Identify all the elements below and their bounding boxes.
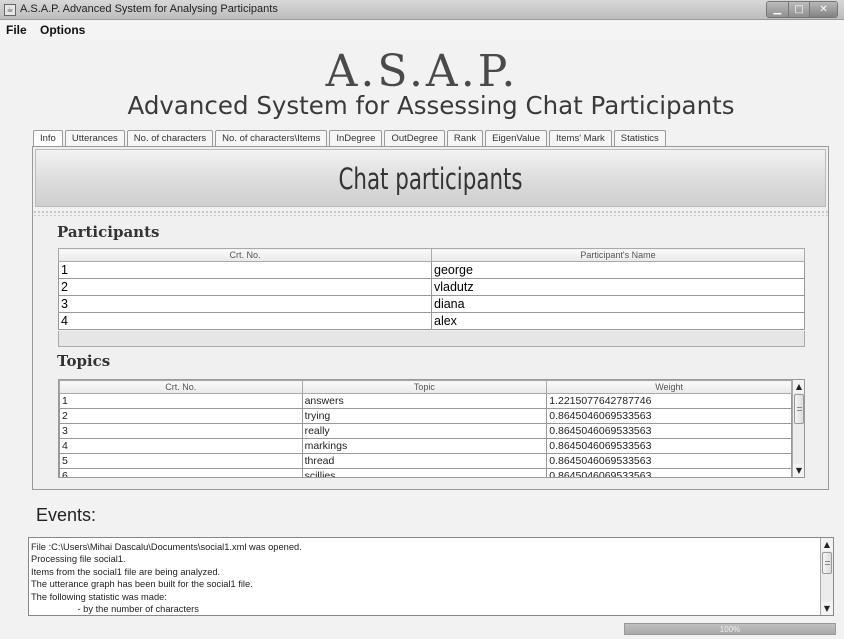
scroll-thumb[interactable] <box>794 394 804 424</box>
topics-title: Topics <box>57 352 111 370</box>
topic-name[interactable]: thread <box>301 453 548 469</box>
topic-weight[interactable]: 0.8645046069533563 <box>546 423 792 439</box>
column-header-participant-name[interactable]: Participant's Name <box>431 248 805 262</box>
maximize-icon[interactable]: □ <box>788 2 811 17</box>
close-icon[interactable]: ✕ <box>810 2 837 17</box>
tab-items-mark[interactable]: Items' Mark <box>549 130 612 146</box>
scroll-down-arrow-icon[interactable]: ▼ <box>821 602 833 615</box>
table-row[interactable]: 5 thread 0.8645046069533563 <box>59 453 792 469</box>
events-lines: File :C:\Users\Mihai Dascalu\Documents\s… <box>31 541 302 615</box>
participants-table-footer <box>58 331 805 347</box>
topic-crt-no[interactable]: 3 <box>59 423 303 439</box>
participant-crt-no[interactable]: 2 <box>58 278 432 296</box>
table-row[interactable]: 2 vladutz <box>58 278 805 296</box>
event-line: Items from the social1 file are being an… <box>31 566 221 577</box>
participants-title: Participants <box>57 223 160 241</box>
scroll-thumb[interactable] <box>822 552 832 574</box>
java-app-icon[interactable]: ☕ <box>4 4 16 16</box>
topic-crt-no[interactable]: 2 <box>59 408 303 424</box>
topic-crt-no[interactable]: 1 <box>59 393 303 409</box>
participant-crt-no[interactable]: 4 <box>58 312 432 330</box>
topic-crt-no[interactable]: 6 <box>59 468 303 477</box>
banner: Chat participants <box>35 149 826 207</box>
grip-icon <box>797 407 802 411</box>
scroll-up-arrow-icon[interactable]: ▲ <box>793 380 804 393</box>
tab-eigenvalue[interactable]: EigenValue <box>485 130 547 146</box>
table-row[interactable]: 1 answers 1.2215077642787746 <box>59 393 792 409</box>
topic-name[interactable]: scillies <box>301 468 548 477</box>
table-row[interactable]: 3 diana <box>58 295 805 313</box>
app-subtitle: Advanced System for Assessing Chat Parti… <box>127 91 735 120</box>
tab-bar: Info Utterances No. of characters No. of ch… <box>33 130 668 146</box>
topic-weight[interactable]: 0.8645046069533563 <box>546 438 792 454</box>
topic-name[interactable]: answers <box>301 393 548 409</box>
topic-name[interactable]: markings <box>301 438 548 454</box>
minimize-icon[interactable]: ▁ <box>767 2 789 17</box>
topics-scrollbar[interactable]: ▲ ▼ <box>792 380 804 477</box>
window-controls: ▁ □ ✕ <box>766 1 838 18</box>
column-header-crt-no[interactable]: Crt. No. <box>58 248 432 262</box>
tab-utterances[interactable]: Utterances <box>64 130 125 146</box>
events-scrollbar[interactable]: ▲ ▼ <box>820 538 833 615</box>
tab-info[interactable]: Info <box>33 130 63 146</box>
participant-name[interactable]: alex <box>431 312 805 330</box>
column-header-topic[interactable]: Topic <box>301 380 548 394</box>
tab-no-of-characters[interactable]: No. of characters <box>126 130 214 146</box>
table-row[interactable]: 2 trying 0.8645046069533563 <box>59 408 792 424</box>
scroll-down-arrow-icon[interactable]: ▼ <box>793 464 804 477</box>
table-row[interactable]: 4 markings 0.8645046069533563 <box>59 438 792 454</box>
tab-outdegree[interactable]: OutDegree <box>384 130 445 146</box>
progress-text: 100% <box>719 625 741 634</box>
topic-weight[interactable]: 0.8645046069533563 <box>546 453 792 469</box>
table-row[interactable]: 6 scillies 0.8645046069533563 <box>59 468 792 477</box>
tab-rank[interactable]: Rank <box>446 130 484 146</box>
tab-indegree[interactable]: InDegree <box>329 130 383 146</box>
topic-name[interactable]: really <box>301 423 548 439</box>
participant-crt-no[interactable]: 3 <box>58 295 432 313</box>
events-log[interactable]: File :C:\Users\Mihai Dascalu\Documents\s… <box>28 537 834 616</box>
events-label: Events: <box>36 505 97 525</box>
app-window: ☕ A.S.A.P. Advanced System for Analysing… <box>0 0 844 639</box>
participant-name[interactable]: george <box>431 261 805 279</box>
tab-no-of-characters-items[interactable]: No. of characters\Items <box>215 130 328 146</box>
event-line: Processing file social1. <box>31 554 126 565</box>
table-row[interactable]: 4 alex <box>58 312 805 330</box>
window-title: A.S.A.P. Advanced System for Analysing P… <box>20 3 278 15</box>
banner-title: Chat participants <box>338 162 523 196</box>
grip-icon <box>825 561 830 565</box>
menu-options[interactable]: Options <box>40 23 85 37</box>
topic-weight[interactable]: 0.8645046069533563 <box>546 468 792 477</box>
dotted-divider <box>33 210 828 216</box>
topic-weight[interactable]: 1.2215077642787746 <box>546 393 792 409</box>
title-bar[interactable]: ☕ A.S.A.P. Advanced System for Analysing… <box>0 0 844 20</box>
topic-crt-no[interactable]: 4 <box>59 438 303 454</box>
progress-bar: 100% <box>624 623 836 635</box>
scroll-up-arrow-icon[interactable]: ▲ <box>821 538 833 551</box>
participant-name[interactable]: vladutz <box>431 278 805 296</box>
topic-crt-no[interactable]: 5 <box>59 453 303 469</box>
participants-table: Crt. No. Participant's Name 1 george 2 vlad… <box>58 248 805 330</box>
app-logo: A.S.A.P. <box>325 46 519 97</box>
table-row[interactable]: 1 george <box>58 261 805 279</box>
info-panel: Chat participants Participants Crt. No. … <box>32 146 829 490</box>
topics-table-viewport[interactable]: Crt. No. Topic Weight 1 answers 1.22150776… <box>58 379 805 478</box>
participant-crt-no[interactable]: 1 <box>58 261 432 279</box>
event-line: File :C:\Users\Mihai Dascalu\Documents\s… <box>31 542 302 552</box>
tab-statistics[interactable]: Statistics <box>613 130 666 146</box>
topic-name[interactable]: trying <box>301 408 548 424</box>
topics-table: Crt. No. Topic Weight 1 answers 1.22150776… <box>59 380 792 477</box>
topic-weight[interactable]: 0.8645046069533563 <box>546 408 792 424</box>
participant-name[interactable]: diana <box>431 295 805 313</box>
column-header-weight[interactable]: Weight <box>546 380 792 394</box>
event-line: The utterance graph has been built for t… <box>31 579 253 590</box>
menu-bar: File Options <box>0 20 844 40</box>
column-header-crt-no[interactable]: Crt. No. <box>59 380 303 394</box>
table-row[interactable]: 3 really 0.8645046069533563 <box>59 423 792 439</box>
event-line: - by the number of characters <box>31 604 199 615</box>
event-line: The following statistic was made: <box>31 591 167 602</box>
menu-file[interactable]: File <box>6 23 27 37</box>
